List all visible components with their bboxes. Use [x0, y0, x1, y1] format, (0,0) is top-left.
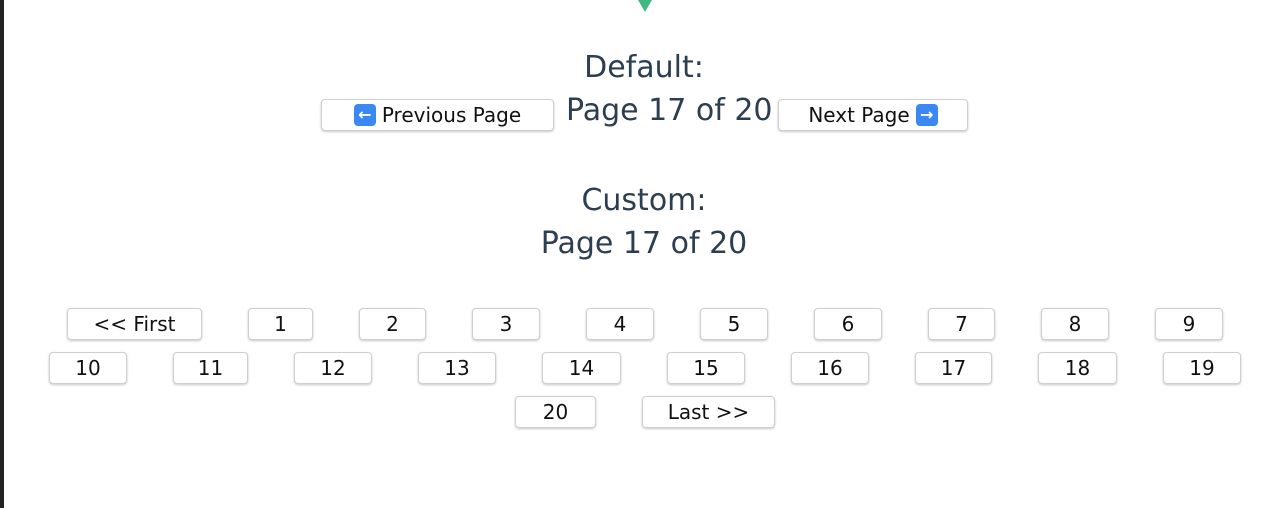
next-page-button[interactable]: Next Page → [778, 99, 968, 131]
page-button-16[interactable]: 16 [791, 352, 869, 384]
triangle-down-icon [638, 0, 652, 12]
arrow-left-icon: ← [353, 104, 376, 126]
page-button-2[interactable]: 2 [359, 308, 426, 340]
page-button-3[interactable]: 3 [472, 308, 540, 340]
page-button-18[interactable]: 18 [1038, 352, 1117, 384]
page-button-20[interactable]: 20 [515, 396, 596, 428]
page-button-19[interactable]: 19 [1163, 352, 1241, 384]
page-button-5[interactable]: 5 [700, 308, 768, 340]
page-button-10[interactable]: 10 [49, 352, 127, 384]
default-page-indicator: Page 17 of 20 [566, 93, 773, 128]
page-button-4[interactable]: 4 [586, 308, 654, 340]
page-button-17[interactable]: 17 [915, 352, 992, 384]
page-button-11[interactable]: 11 [173, 352, 248, 384]
page-button-7[interactable]: 7 [928, 308, 995, 340]
default-heading: Default: [584, 50, 704, 85]
arrow-right-icon: → [915, 104, 938, 126]
first-page-button[interactable]: << First [67, 308, 202, 340]
page-button-13[interactable]: 13 [418, 352, 496, 384]
next-page-label: Next Page [808, 103, 910, 127]
page-button-6[interactable]: 6 [814, 308, 882, 340]
page-button-12[interactable]: 12 [294, 352, 372, 384]
last-page-button[interactable]: Last >> [642, 396, 775, 428]
previous-page-label: Previous Page [381, 103, 522, 127]
custom-heading: Custom: [581, 183, 707, 218]
page-button-8[interactable]: 8 [1041, 308, 1109, 340]
page-button-9[interactable]: 9 [1155, 308, 1223, 340]
previous-page-button[interactable]: ← Previous Page [321, 99, 554, 131]
page-button-15[interactable]: 15 [667, 352, 745, 384]
page-button-14[interactable]: 14 [542, 352, 621, 384]
custom-page-indicator: Page 17 of 20 [540, 226, 748, 261]
page-button-1[interactable]: 1 [248, 308, 313, 340]
